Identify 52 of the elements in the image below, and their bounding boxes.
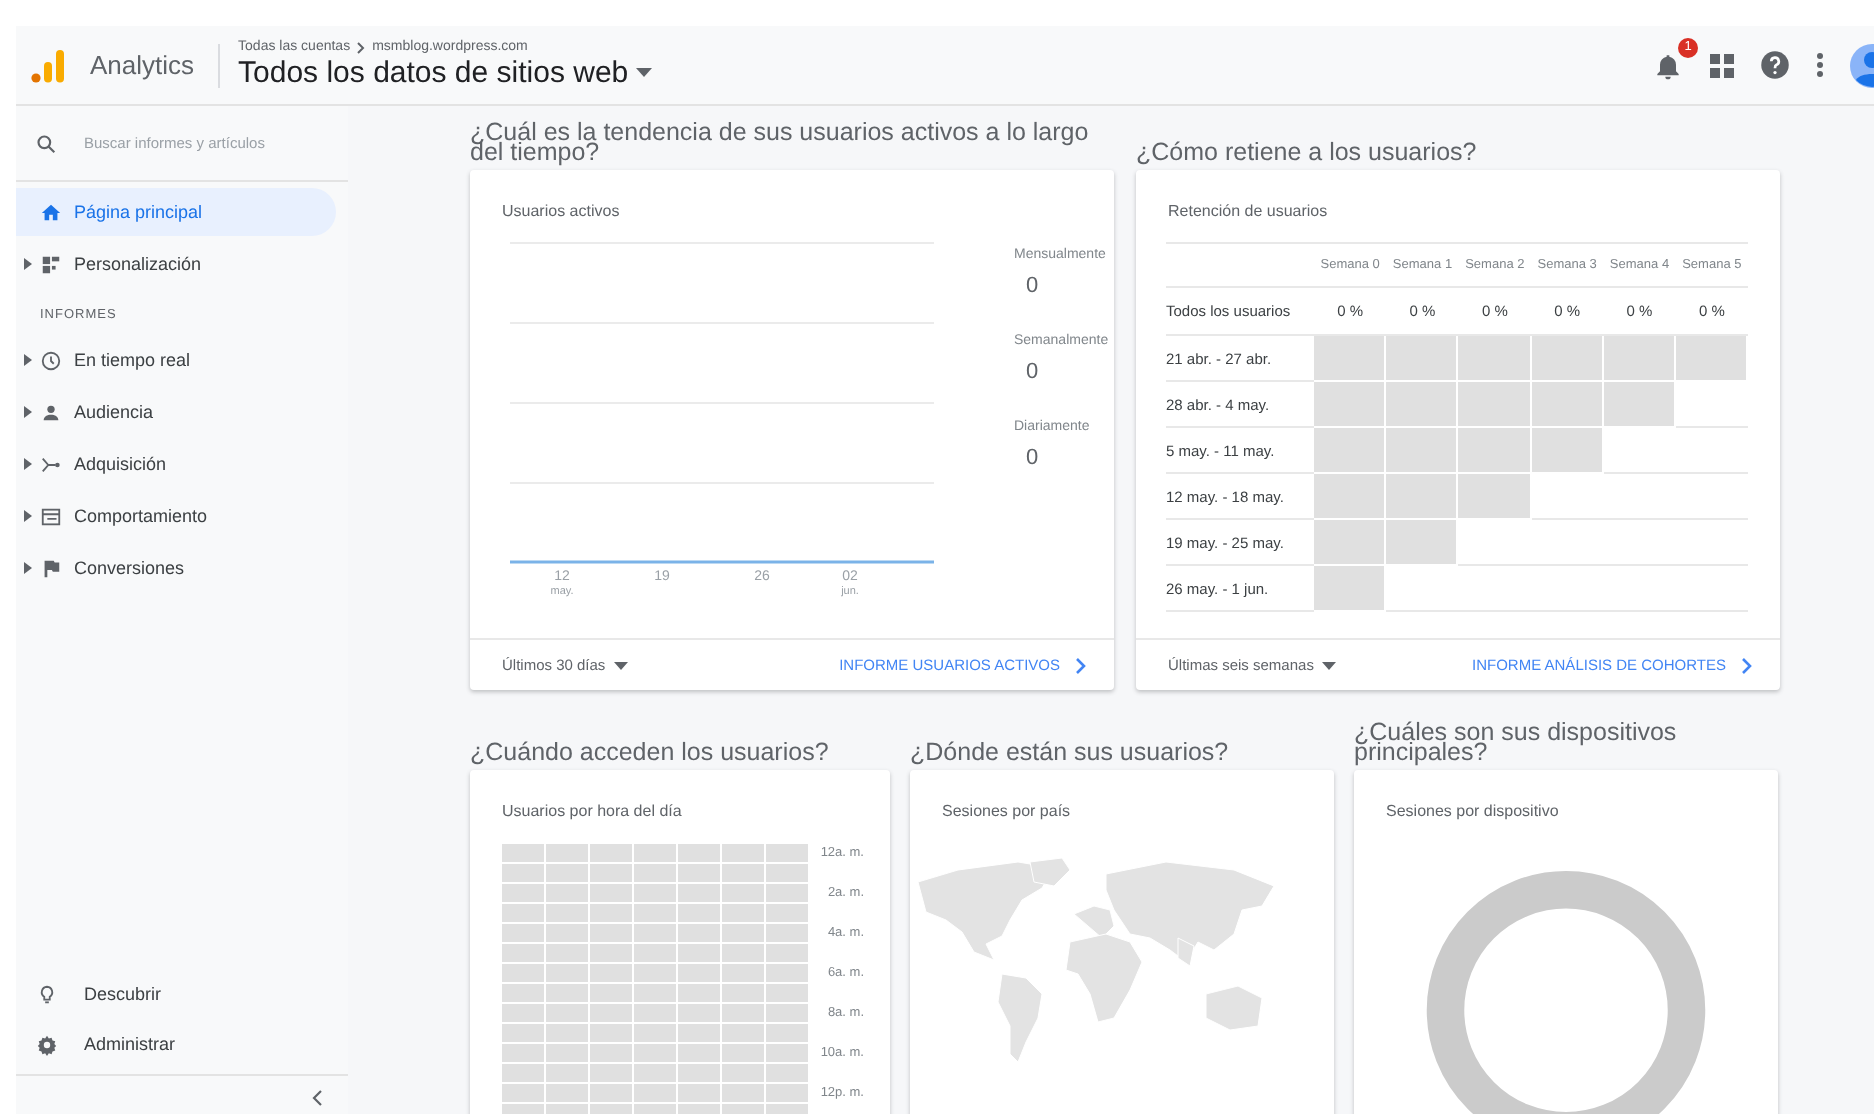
caret-icon bbox=[613, 661, 628, 669]
nav-item[interactable]: Adquisición bbox=[16, 440, 336, 488]
home-icon bbox=[40, 201, 62, 223]
section-heading: ¿Dónde están sus usuarios? bbox=[910, 743, 1229, 762]
section-heading: ¿Cuál es la tendencia de sus usuarios activos a lo largo del tiempo? bbox=[470, 124, 1091, 162]
view-selector[interactable]: Todos los datos de sitios web bbox=[238, 56, 653, 90]
card-title: Usuarios por hora del día bbox=[502, 802, 682, 820]
notifications-icon[interactable] bbox=[1652, 49, 1684, 81]
settings-icon bbox=[36, 1033, 58, 1055]
more-options-icon[interactable] bbox=[1816, 52, 1824, 78]
expand-arrow-icon bbox=[24, 354, 32, 366]
metric-value: 0 bbox=[1026, 274, 1039, 298]
person-icon bbox=[40, 401, 62, 423]
app-name: Analytics bbox=[90, 50, 195, 80]
nav-item[interactable]: Página principal bbox=[16, 188, 336, 236]
metric-value: 0 bbox=[1026, 446, 1039, 470]
expand-arrow-icon bbox=[24, 258, 32, 270]
flag-icon bbox=[40, 557, 62, 579]
expand-arrow-icon bbox=[24, 562, 32, 574]
expand-arrow-icon bbox=[24, 406, 32, 418]
metric-value: 0 bbox=[1026, 360, 1039, 384]
dashboard-icon bbox=[40, 253, 62, 275]
branch-icon bbox=[40, 453, 62, 475]
chevron-icon bbox=[1076, 657, 1086, 673]
search-icon bbox=[36, 133, 56, 153]
chevron-icon bbox=[1742, 657, 1752, 673]
clock-icon bbox=[40, 349, 62, 371]
card-title: Usuarios activos bbox=[502, 202, 620, 220]
help-icon[interactable] bbox=[1760, 50, 1790, 80]
collapse-chevron-icon[interactable] bbox=[312, 1090, 322, 1106]
window-icon bbox=[40, 505, 62, 527]
nav-item[interactable]: Audiencia bbox=[16, 388, 336, 436]
section-heading: ¿Cuándo acceden los usuarios? bbox=[470, 743, 829, 762]
nav-item[interactable]: Descubrir bbox=[16, 970, 336, 1018]
analytics-logo-icon bbox=[30, 47, 66, 83]
caret-icon bbox=[636, 68, 653, 78]
card-title: Retención de usuarios bbox=[1168, 202, 1328, 220]
nav-item[interactable]: Administrar bbox=[16, 1020, 336, 1068]
apps-icon[interactable] bbox=[1710, 53, 1734, 77]
chevron-icon bbox=[356, 41, 367, 53]
nav-item[interactable]: Conversiones bbox=[16, 544, 336, 592]
nav-item[interactable]: Personalización bbox=[16, 240, 336, 288]
section-heading: ¿Cuáles son sus dispositivos principales? bbox=[1354, 724, 1679, 762]
card-title: Sesiones por país bbox=[942, 802, 1071, 820]
nav-item[interactable]: En tiempo real bbox=[16, 336, 336, 384]
card-title: Sesiones por dispositivo bbox=[1386, 802, 1559, 820]
section-heading: ¿Cómo retiene a los usuarios? bbox=[1136, 143, 1477, 162]
expand-arrow-icon bbox=[24, 458, 32, 470]
lightbulb-icon bbox=[36, 983, 58, 1005]
caret-icon bbox=[1321, 661, 1336, 669]
expand-arrow-icon bbox=[24, 510, 32, 522]
nav-item[interactable]: Comportamiento bbox=[16, 492, 336, 540]
